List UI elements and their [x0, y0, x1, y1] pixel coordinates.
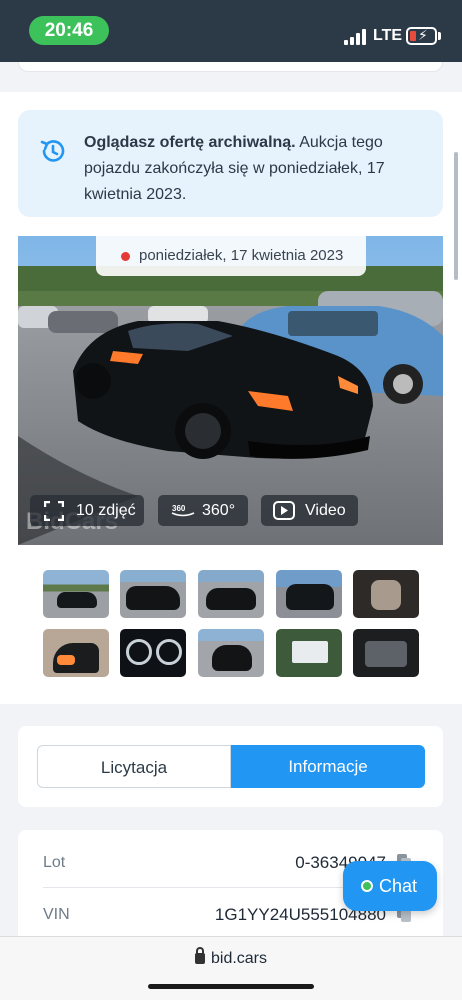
- browser-url-bar[interactable]: [0, 936, 462, 1000]
- thumbnail-8[interactable]: [198, 629, 264, 677]
- panorama-360-icon-text: 360: [172, 504, 186, 513]
- url-text: bid.cars: [210, 950, 268, 967]
- vin-label: VIN: [43, 906, 70, 923]
- chat-button[interactable]: Chat: [343, 861, 437, 911]
- live-dot-icon: [121, 252, 130, 261]
- notice-bold: Oglądasz ofertę archiwalną.: [84, 134, 296, 151]
- thumbnail-6[interactable]: [43, 629, 109, 677]
- photos-button-label: 10 zdjęć: [76, 502, 136, 519]
- thumbnail-10[interactable]: [353, 629, 419, 677]
- notice-text: Oglądasz ofertę archiwalną. Aukcja tego …: [84, 130, 424, 208]
- chat-label: Chat: [379, 876, 418, 896]
- network-label: LTE: [373, 27, 403, 44]
- pano-360-button[interactable]: 360 360°: [158, 495, 248, 526]
- video-button[interactable]: Video: [261, 495, 358, 526]
- lock-icon: [194, 947, 205, 964]
- thumbnail-4[interactable]: [276, 570, 342, 618]
- thumbnail-7[interactable]: [120, 629, 186, 677]
- video-label: Video: [305, 502, 346, 519]
- fullscreen-icon: [44, 501, 64, 521]
- archive-notice: Oglądasz ofertę archiwalną. Aukcja tego …: [18, 110, 443, 217]
- thumbnail-5[interactable]: [353, 570, 419, 618]
- scrollbar[interactable]: [454, 152, 458, 280]
- lot-label: Lot: [43, 854, 66, 871]
- auction-date-pill: poniedziałek, 17 kwietnia 2023: [96, 236, 366, 276]
- thumbnail-9[interactable]: [276, 629, 342, 677]
- panorama-360-icon: 360: [171, 504, 195, 517]
- thumbnail-1[interactable]: [43, 570, 109, 618]
- signal-icon: [344, 29, 366, 45]
- status-time: 20:46: [29, 16, 109, 45]
- thumbnail-2[interactable]: [120, 570, 186, 618]
- history-icon: [40, 140, 65, 162]
- battery-cap: [438, 32, 441, 40]
- tab-licytacja[interactable]: Licytacja: [37, 745, 231, 788]
- tab-informacje[interactable]: Informacje: [231, 745, 425, 788]
- play-icon: [273, 501, 295, 520]
- url-display[interactable]: bid.cars: [0, 947, 462, 968]
- previous-card: [18, 62, 443, 72]
- auction-date: poniedziałek, 17 kwietnia 2023: [139, 247, 344, 264]
- photos-button[interactable]: 10 zdjęć: [30, 495, 144, 526]
- online-dot-icon: [361, 880, 373, 892]
- thumbnail-3[interactable]: [198, 570, 264, 618]
- pano-360-label: 360°: [202, 502, 236, 519]
- home-indicator[interactable]: [148, 984, 314, 989]
- battery-icon: ⚡: [406, 27, 437, 45]
